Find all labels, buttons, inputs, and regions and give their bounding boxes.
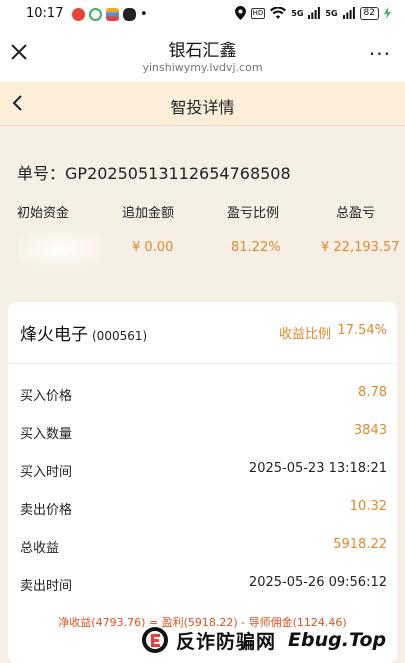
signal-5g-label-1: 5G: [291, 8, 304, 18]
header-pl-ratio: 盈亏比例: [227, 206, 280, 221]
value-pl-ratio: 81.22%: [231, 240, 281, 255]
row-total-profit: 总收益 5918.22: [8, 527, 397, 565]
row-value: 5918.22: [333, 537, 387, 552]
browser-url: yinshiwymy.lvdvj.com: [142, 61, 263, 74]
signal-bars-icon-2: [342, 7, 355, 19]
row-label: 卖出时间: [20, 579, 73, 594]
row-sell-price: 卖出价格 10.32: [8, 489, 397, 527]
watermark: 反诈防骗网 Ebug.Top: [140, 620, 400, 660]
notification-dot: •: [140, 7, 148, 22]
stock-name-text: 烽火电子: [20, 325, 88, 345]
status-bar: 10:17 • HD 5G 5G 82: [0, 0, 405, 28]
row-label: 总收益: [20, 541, 60, 556]
summary-values: ¥ 0.00 81.22% ¥ 22,193.57: [0, 240, 405, 260]
app-stack-icon: [106, 8, 119, 21]
row-value: 2025-05-26 09:56:12: [248, 575, 387, 590]
watermark-site: Ebug.Top: [288, 629, 387, 651]
status-system-icons: HD 5G 5G 82: [234, 6, 391, 20]
weibo-icon: [72, 8, 85, 21]
watermark-logo-icon: [142, 627, 168, 653]
wechat-icon: [123, 8, 136, 21]
value-total-pl: ¥ 22,193.57: [321, 240, 400, 255]
row-label: 买入价格: [20, 389, 73, 404]
charging-bolt-icon: [384, 7, 391, 19]
row-value: 8.78: [358, 385, 387, 400]
header-initial-capital: 初始资金: [17, 206, 70, 221]
status-notification-icons: •: [72, 7, 148, 22]
order-number-label: 单号：: [17, 164, 66, 183]
row-value: 2025-05-23 13:18:21: [248, 461, 387, 476]
stock-name: 烽火电子 (000561): [20, 320, 147, 345]
browser-title: 银石汇鑫: [168, 41, 237, 61]
status-time: 10:17: [26, 6, 64, 21]
row-label: 卖出价格: [20, 503, 73, 518]
page-header: 智投详情: [0, 82, 405, 126]
yield-ratio-value: 17.54%: [337, 323, 387, 338]
location-icon: [234, 6, 246, 20]
header-added-amount: 追加金额: [122, 206, 175, 221]
card-header: 烽火电子 (000561) 收益比例 17.54%: [8, 302, 397, 364]
watermark-text: 反诈防骗网: [176, 630, 277, 653]
browser-title-bar: 银石汇鑫 yinshiwymy.lvdvj.com ···: [0, 28, 405, 82]
row-value: 3843: [353, 423, 387, 438]
row-label: 买入数量: [20, 427, 73, 442]
stock-code: (000561): [92, 329, 148, 343]
order-number: 单号：GP20250513112654768508: [17, 160, 291, 184]
app-bubble-icon: [89, 8, 102, 21]
row-value: 10.32: [349, 499, 387, 514]
row-sell-time: 卖出时间 2025-05-26 09:56:12: [8, 565, 397, 603]
wifi-icon: [270, 7, 287, 19]
header-total-pl: 总盈亏: [336, 206, 376, 221]
value-added-amount: ¥ 0.00: [132, 240, 174, 255]
row-buy-time: 买入时间 2025-05-23 13:18:21: [8, 451, 397, 489]
order-number-value: GP20250513112654768508: [65, 164, 291, 183]
row-buy-price: 买入价格 8.78: [8, 375, 397, 413]
yield-ratio-label: 收益比例: [278, 327, 331, 342]
hd-badge: HD: [250, 7, 266, 19]
summary-headers: 初始资金 追加金额 盈亏比例 总盈亏: [0, 202, 405, 222]
page-title: 智投详情: [170, 98, 235, 117]
trade-detail-card: 烽火电子 (000561) 收益比例 17.54% 买入价格 8.78 买入数量 …: [8, 302, 397, 663]
row-label: 买入时间: [20, 465, 73, 480]
more-menu-button[interactable]: ···: [369, 42, 391, 66]
row-buy-quantity: 买入数量 3843: [8, 413, 397, 451]
signal-bars-icon-1: [308, 7, 321, 19]
signal-5g-label-2: 5G: [325, 8, 338, 18]
battery-icon: 82: [359, 6, 379, 20]
